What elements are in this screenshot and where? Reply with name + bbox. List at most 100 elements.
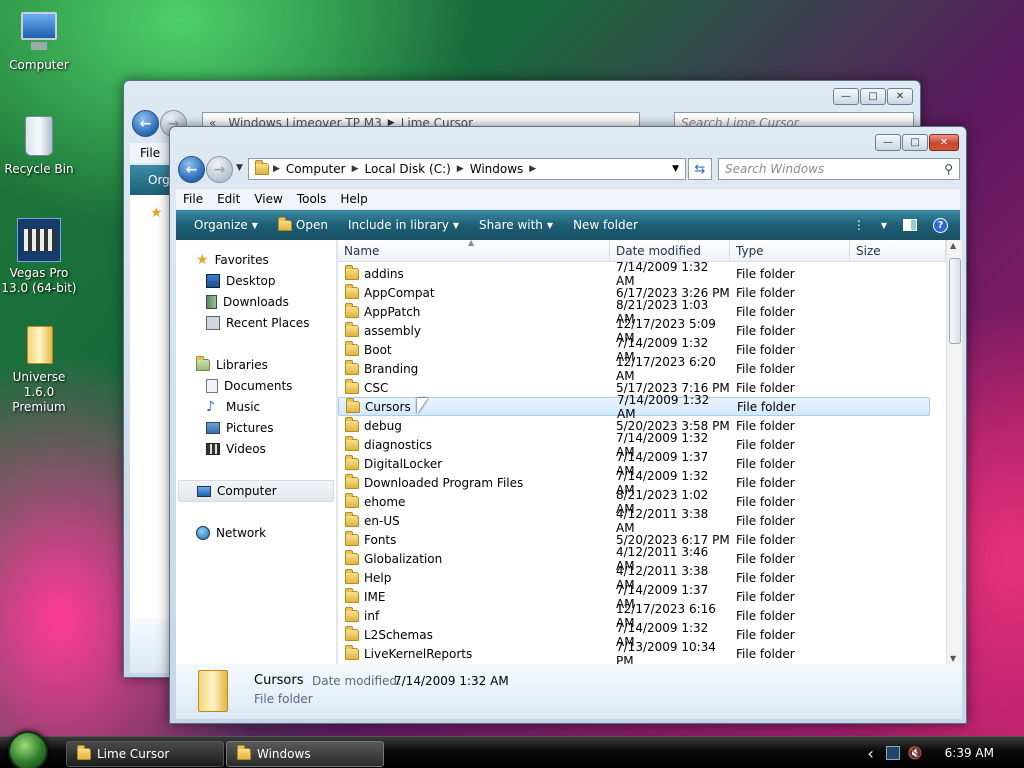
preview-pane-icon[interactable] xyxy=(903,219,917,231)
view-dropdown-icon[interactable]: ▼ xyxy=(881,221,887,230)
scroll-thumb[interactable] xyxy=(949,258,961,344)
taskbar-button-lime-cursor[interactable]: Lime Cursor xyxy=(66,741,224,767)
open-button[interactable]: Open xyxy=(268,216,338,232)
desktop-icon-label: Universe 1.6.0 Premium xyxy=(12,370,66,414)
column-name[interactable]: Name ▲ xyxy=(338,240,610,261)
file-type: File folder xyxy=(736,570,795,585)
minimize-button[interactable]: — xyxy=(875,134,901,151)
back-button[interactable]: ← xyxy=(132,110,159,137)
nav-label: Pictures xyxy=(226,420,274,435)
share-with-button[interactable]: Share with ▼ xyxy=(469,218,563,232)
help-icon[interactable]: ? xyxy=(933,217,948,233)
include-in-library-button[interactable]: Include in library ▼ xyxy=(338,218,469,232)
clock[interactable]: 6:39 AM xyxy=(945,746,994,760)
nav-computer[interactable]: Computer xyxy=(178,480,334,502)
mouse-cursor-icon xyxy=(417,398,428,414)
menu-file[interactable]: File xyxy=(130,143,170,163)
taskbar: Lime Cursor Windows ‹ 🔇 6:39 AM xyxy=(0,731,1024,768)
refresh-button[interactable]: ⇆ xyxy=(688,158,712,180)
column-type[interactable]: Type xyxy=(730,240,850,261)
file-name-cell: AppCompat xyxy=(338,283,610,300)
nav-recent-places[interactable]: Recent Places xyxy=(206,313,309,332)
file-type: File folder xyxy=(736,456,795,471)
file-type: File folder xyxy=(736,380,795,395)
table-row[interactable]: addins 7/14/2009 1:32 AM File folder xyxy=(338,260,930,288)
network-tray-icon[interactable] xyxy=(885,746,900,760)
show-hidden-icons-button[interactable]: ‹ xyxy=(867,744,873,763)
nav-music[interactable]: ♪ Music xyxy=(206,397,260,416)
nav-libraries[interactable]: Libraries xyxy=(196,355,268,374)
desktop-icon-computer[interactable]: Computer xyxy=(0,10,78,73)
menu-edit[interactable]: Edit xyxy=(210,192,247,206)
taskbar-button-windows[interactable]: Windows xyxy=(226,741,384,767)
nav-favorites[interactable]: ★ Favorites xyxy=(196,250,269,269)
include-label: Include in library xyxy=(347,218,449,232)
organize-button[interactable]: Organize ▼ xyxy=(176,218,268,232)
view-options-icon[interactable]: ⋮ xyxy=(853,218,865,232)
menu-help[interactable]: Help xyxy=(333,192,374,206)
file-type: File folder xyxy=(736,266,795,281)
folder-icon xyxy=(345,492,359,508)
file-name-cell: en-US xyxy=(338,511,610,528)
nav-videos[interactable]: Videos xyxy=(206,439,266,458)
nav-label: Documents xyxy=(224,378,293,393)
table-row[interactable]: Branding 12/17/2023 6:20 AM File folder xyxy=(338,355,930,383)
documents-icon xyxy=(206,378,218,393)
search-input[interactable]: Search Windows ⚲ xyxy=(718,158,960,180)
folder-icon xyxy=(345,473,359,489)
file-type: File folder xyxy=(736,589,795,604)
breadcrumb-windows[interactable]: Windows xyxy=(464,162,530,176)
file-type: File folder xyxy=(736,323,795,338)
menu-view[interactable]: View xyxy=(247,192,289,206)
file-name: IME xyxy=(364,589,386,604)
maximize-button[interactable]: □ xyxy=(860,88,886,105)
nav-pictures[interactable]: Pictures xyxy=(206,418,274,437)
file-name-cell: ehome xyxy=(338,492,610,509)
start-button[interactable] xyxy=(8,731,48,768)
desktop-icon-label: Computer xyxy=(9,58,69,72)
column-date[interactable]: Date modified xyxy=(610,240,730,261)
close-button[interactable]: ✕ xyxy=(929,134,959,151)
navigation-pane: ★ Favorites Desktop Downloads Recent Pla… xyxy=(176,240,336,664)
menu-tools[interactable]: Tools xyxy=(290,192,334,206)
breadcrumb-computer[interactable]: Computer xyxy=(280,162,352,176)
nav-desktop[interactable]: Desktop xyxy=(206,271,276,290)
file-name: assembly xyxy=(364,323,421,338)
maximize-button[interactable]: □ xyxy=(902,134,928,151)
taskbar-button-label: Lime Cursor xyxy=(97,747,170,761)
file-name: diagnostics xyxy=(364,437,433,452)
nav-network[interactable]: Network xyxy=(196,523,266,542)
file-name-cell: Downloaded Program Files xyxy=(338,473,610,490)
table-row[interactable]: LiveKernelReports 7/13/2009 10:34 PM File … xyxy=(338,640,930,664)
recent-pages-chevron-icon[interactable]: ▼ xyxy=(236,163,243,173)
computer-icon xyxy=(17,10,61,54)
vertical-scrollbar[interactable]: ▲ ▼ xyxy=(946,240,962,664)
breadcrumb-local-disk[interactable]: Local Disk (C:) xyxy=(359,162,457,176)
nav-downloads[interactable]: Downloads xyxy=(206,292,289,311)
address-dropdown-icon[interactable]: ▼ xyxy=(672,164,679,174)
file-name-cell: LiveKernelReports xyxy=(338,644,610,661)
file-type: File folder xyxy=(737,399,796,414)
desktop-icon-recycle-bin[interactable]: Recycle Bin xyxy=(0,114,78,177)
desktop-icon-vegas-pro[interactable]: Vegas Pro 13.0 (64-bit) xyxy=(0,218,78,296)
scroll-down-icon[interactable]: ▼ xyxy=(950,654,956,663)
address-bar[interactable]: ▶ Computer ▶ Local Disk (C:) ▶ Windows ▶… xyxy=(248,158,686,180)
volume-muted-icon[interactable]: 🔇 xyxy=(908,746,923,760)
windows-explorer-window[interactable]: — □ ✕ ← → ▼ ▶ Computer ▶ Local Disk (C:)… xyxy=(169,126,967,724)
nav-documents[interactable]: Documents xyxy=(206,376,292,395)
file-type: File folder xyxy=(736,627,795,642)
back-button[interactable]: ← xyxy=(178,156,205,183)
forward-button[interactable]: → xyxy=(206,156,233,183)
menu-file[interactable]: File xyxy=(176,192,210,206)
organize-menu[interactable]: Org xyxy=(130,165,170,195)
column-size[interactable]: Size xyxy=(850,240,946,261)
scroll-up-icon[interactable]: ▲ xyxy=(950,241,956,250)
table-row[interactable]: en-US 4/12/2011 3:38 AM File folder xyxy=(338,507,930,535)
file-name-cell: CSC xyxy=(338,378,610,395)
file-type: File folder xyxy=(736,437,795,452)
new-folder-button[interactable]: New folder xyxy=(563,218,648,232)
desktop-icon-universe[interactable]: Universe 1.6.0 Premium xyxy=(0,322,78,415)
close-button[interactable]: ✕ xyxy=(887,88,913,105)
minimize-button[interactable]: — xyxy=(833,88,859,105)
chevron-right-icon: ▶ xyxy=(529,164,537,174)
